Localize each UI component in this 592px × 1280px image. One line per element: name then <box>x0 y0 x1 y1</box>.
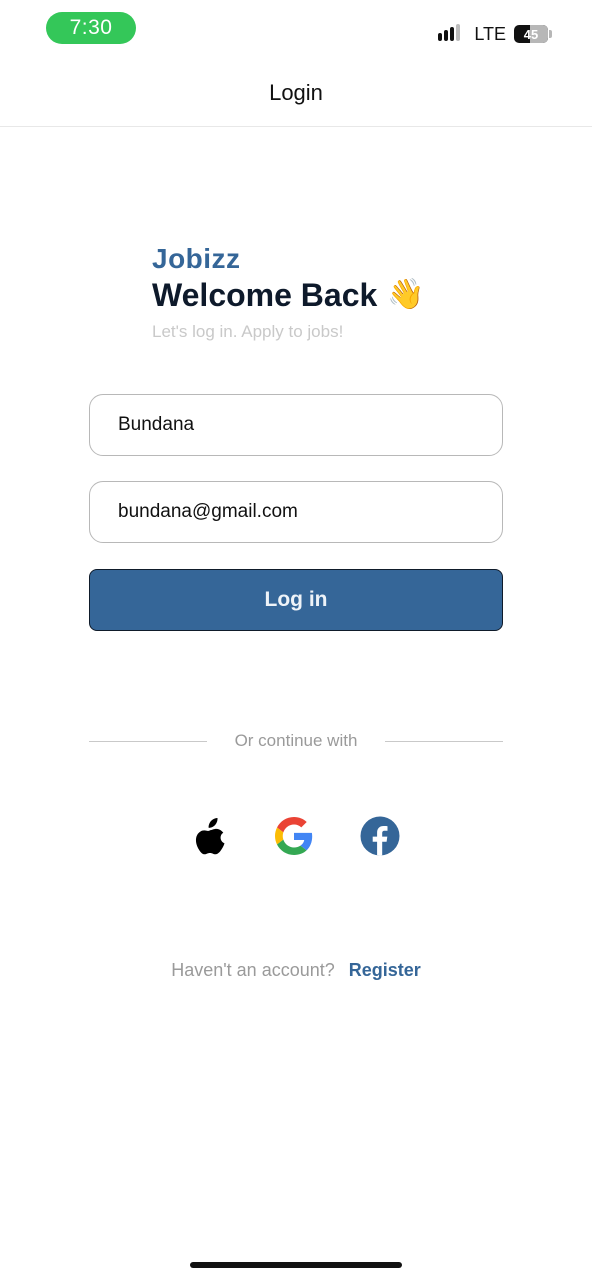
name-input[interactable] <box>89 394 503 456</box>
battery-indicator: 45 <box>514 25 552 43</box>
apple-icon <box>195 818 225 855</box>
no-account-text: Haven't an account? <box>171 959 335 980</box>
status-time[interactable]: 7:30 <box>46 12 136 44</box>
status-indicators: LTE 45 <box>438 22 552 46</box>
facebook-icon <box>360 816 400 856</box>
home-indicator[interactable] <box>190 1262 402 1268</box>
register-row: Haven't an account? Register <box>0 956 592 984</box>
divider-line-right <box>385 740 503 742</box>
facebook-login-button[interactable] <box>358 814 402 858</box>
email-input[interactable] <box>89 481 503 543</box>
divider-text: Or continue with <box>234 731 358 750</box>
signal-icon <box>438 24 466 44</box>
page-title: Login <box>269 80 323 105</box>
status-bar: 7:30 LTE 45 <box>0 0 592 60</box>
battery-level: 45 <box>523 26 539 42</box>
nav-header: Login <box>0 60 592 127</box>
battery-icon: 45 <box>514 25 548 43</box>
google-icon <box>275 817 313 855</box>
brand-name: Jobizz <box>152 243 241 274</box>
social-logins <box>0 814 592 858</box>
continue-divider: Or continue with <box>89 729 503 753</box>
login-screen: 7:30 LTE 45 Login Jobizz Welcome Back 👋 … <box>0 0 592 1280</box>
login-button[interactable]: Log in <box>89 569 503 631</box>
hero: Jobizz Welcome Back 👋 Let's log in. Appl… <box>152 240 472 342</box>
apple-login-button[interactable] <box>188 814 232 858</box>
welcome-text: Welcome Back <box>152 277 378 313</box>
network-type: LTE <box>474 23 506 44</box>
welcome-heading: Welcome Back 👋 <box>152 278 472 312</box>
divider-line-left <box>89 740 207 742</box>
register-link[interactable]: Register <box>349 960 421 981</box>
tagline: Let's log in. Apply to jobs! <box>152 322 344 341</box>
wave-icon: 👋 <box>387 278 425 311</box>
google-login-button[interactable] <box>272 814 316 858</box>
